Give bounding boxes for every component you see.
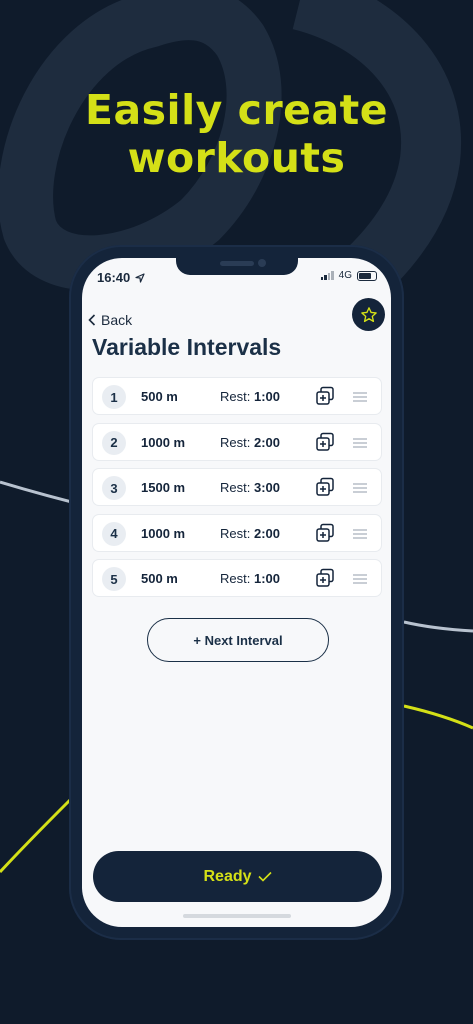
rest-label: Rest: [220,389,251,404]
headline-line-2: workouts [127,134,346,182]
interval-number: 5 [102,567,126,591]
interval-distance[interactable]: 1000 m [141,526,185,541]
rest-value: 1:00 [253,571,280,586]
favorite-button[interactable] [352,298,385,331]
phone-notch [176,258,298,275]
duplicate-icon[interactable] [315,568,335,588]
interval-row[interactable]: 3 1500 m Rest: 3:00 [92,468,382,506]
chevron-left-icon [88,314,96,326]
interval-distance[interactable]: 1500 m [141,480,185,495]
interval-number: 1 [102,385,126,409]
drag-handle-icon[interactable] [353,392,367,402]
interval-rest[interactable]: Rest: 3:00 [220,480,280,495]
rest-label: Rest: [220,571,251,586]
interval-distance[interactable]: 500 m [141,571,178,586]
interval-rest[interactable]: Rest: 1:00 [220,389,280,404]
star-icon [360,306,377,322]
duplicate-icon[interactable] [315,523,335,543]
rest-value: 1:00 [253,389,280,404]
duplicate-icon[interactable] [315,386,335,406]
interval-distance[interactable]: 500 m [141,389,178,404]
headline-line-1: Easily create [84,86,389,134]
app-screen: 16:40 4G Back Variable Intervals 1 500 m… [82,258,391,927]
page-title: Variable Intervals [92,334,282,360]
interval-row[interactable]: 5 500 m Rest: 1:00 [92,559,382,597]
interval-number: 4 [102,521,126,546]
interval-rest[interactable]: Rest: 2:00 [220,526,280,541]
speaker [220,261,254,266]
drag-handle-icon[interactable] [353,574,367,584]
interval-number: 2 [102,430,126,455]
interval-row[interactable]: 2 1000 m Rest: 2:00 [92,422,382,461]
interval-distance[interactable]: 1000 m [141,435,185,450]
checkmark-icon [257,871,272,882]
home-indicator [183,914,291,918]
interval-number: 3 [102,476,126,500]
status-time: 16:40 [97,270,145,285]
headline: Easily create workouts [0,86,473,182]
rest-value: 3:00 [253,480,280,495]
signal-icon [320,271,334,280]
network-type: 4G [338,270,352,281]
interval-row[interactable]: 1 500 m Rest: 1:00 [92,377,382,415]
battery-icon [357,270,377,281]
camera [258,259,266,267]
phone-frame: 16:40 4G Back Variable Intervals 1 500 m… [69,245,404,940]
back-label: Back [101,312,133,328]
rest-label: Rest: [220,434,251,450]
rest-value: 2:00 [253,525,280,541]
location-arrow-icon [135,273,145,283]
status-time-text: 16:40 [97,270,131,285]
drag-handle-icon[interactable] [353,437,367,448]
rest-label: Rest: [220,480,251,495]
next-interval-button[interactable]: + Next Interval [147,618,329,662]
status-indicators: 4G [320,270,377,281]
interval-list: 1 500 m Rest: 1:00 2 1000 m Rest: 2:00 3… [92,377,382,605]
drag-handle-icon[interactable] [353,528,367,539]
duplicate-icon[interactable] [315,477,335,497]
back-button[interactable]: Back [88,312,132,328]
rest-value: 2:00 [253,434,280,450]
duplicate-icon[interactable] [315,432,335,452]
rest-label: Rest: [220,525,251,541]
drag-handle-icon[interactable] [353,483,367,493]
ready-label: Ready [203,867,252,885]
ready-button[interactable]: Ready [93,851,382,902]
interval-rest[interactable]: Rest: 2:00 [220,435,280,450]
interval-rest[interactable]: Rest: 1:00 [220,571,280,586]
interval-row[interactable]: 4 1000 m Rest: 2:00 [92,513,382,552]
